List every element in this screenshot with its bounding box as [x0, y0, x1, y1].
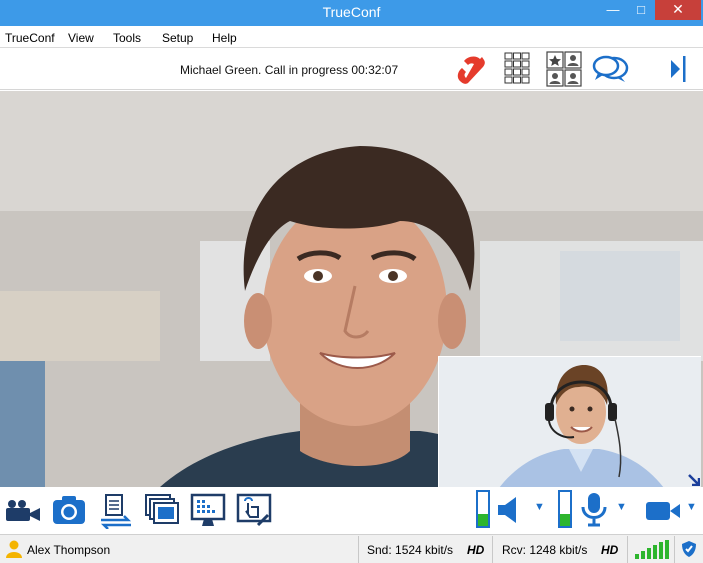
menu-setup[interactable]: Setup	[162, 31, 193, 45]
maximize-button[interactable]: □	[626, 0, 656, 20]
send-quality-badge: HD	[467, 543, 485, 557]
speaker-level-meter[interactable]	[476, 490, 490, 528]
video-camera-icon[interactable]	[644, 499, 682, 523]
address-book-icon[interactable]	[546, 51, 582, 87]
self-view[interactable]	[438, 356, 701, 487]
menu-help[interactable]: Help	[212, 31, 237, 45]
signal-strength-icon	[635, 540, 669, 559]
status-divider	[674, 536, 675, 563]
receive-bitrate: Rcv: 1248 kbit/s	[502, 543, 588, 557]
user-icon	[6, 540, 22, 558]
status-divider	[358, 536, 359, 563]
mic-level-meter[interactable]	[558, 490, 572, 528]
status-divider	[627, 536, 628, 563]
microphone-dropdown-icon[interactable]: ▼	[616, 501, 627, 513]
user-name: Alex Thompson	[27, 543, 111, 557]
file-transfer-icon[interactable]	[98, 493, 134, 529]
microphone-icon[interactable]	[580, 491, 608, 527]
call-bar: Michael Green. Call in progress 00:32:07	[0, 48, 703, 90]
menu-bar: TrueConf View Tools Setup Help	[0, 26, 703, 48]
chat-icon[interactable]	[592, 54, 630, 84]
send-bitrate: Snd: 1524 kbit/s	[367, 543, 454, 557]
close-button[interactable]: ✕	[655, 0, 701, 20]
menu-tools[interactable]: Tools	[113, 31, 141, 45]
speaker-dropdown-icon[interactable]: ▼	[534, 501, 545, 513]
bottom-toolbar: ▼ ▼ ▼	[0, 487, 703, 534]
title-bar: TrueConf — □ ✕	[0, 0, 703, 26]
receive-quality-badge: HD	[601, 543, 619, 557]
resize-handle-icon[interactable]	[688, 474, 700, 486]
slideshow-icon[interactable]	[144, 493, 180, 527]
video-dropdown-icon[interactable]: ▼	[686, 501, 697, 513]
screen-share-icon[interactable]	[190, 493, 226, 529]
remote-video	[0, 91, 703, 487]
collapse-panel-icon[interactable]	[668, 54, 688, 84]
menu-trueconf[interactable]: TrueConf	[5, 31, 55, 45]
menu-view[interactable]: View	[68, 31, 94, 45]
snapshot-icon[interactable]	[51, 493, 87, 527]
status-bar: Alex Thompson Snd: 1524 kbit/s HD Rcv: 1…	[0, 534, 703, 563]
speaker-icon[interactable]	[496, 495, 524, 525]
status-divider	[492, 536, 493, 563]
hang-up-icon[interactable]	[452, 51, 492, 87]
remote-desktop-icon[interactable]	[236, 493, 272, 529]
security-shield-icon	[682, 541, 696, 557]
call-status: Michael Green. Call in progress 00:32:07	[180, 63, 399, 77]
camera-icon[interactable]	[4, 499, 42, 523]
minimize-button[interactable]: —	[598, 0, 628, 20]
dialpad-icon[interactable]	[503, 51, 531, 85]
local-participant-image	[439, 357, 701, 487]
